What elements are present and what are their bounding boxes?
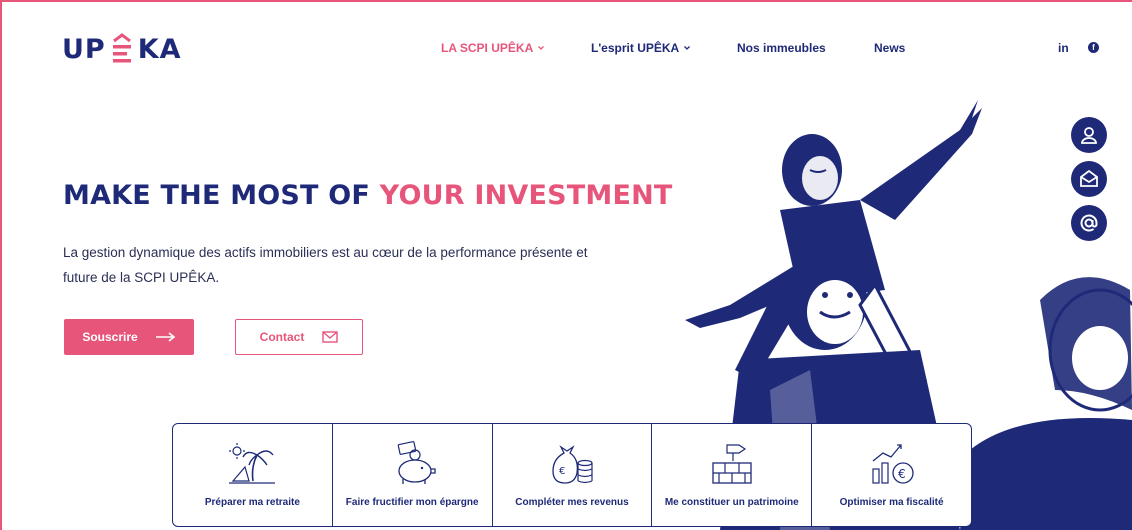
linkedin-icon[interactable]: in [1058,41,1069,55]
mail-open-icon [1080,169,1098,187]
user-icon [1081,127,1097,144]
logo-e-mark-icon [112,33,131,63]
card-revenus[interactable]: € Compléter mes revenus [493,424,653,526]
arrow-right-icon [155,332,175,342]
card-label: Préparer ma retraite [204,497,300,508]
nav-label: LA SCPI UPÊKA [441,41,534,55]
money-bag-icon: € [552,445,593,484]
subscribe-button[interactable]: Souscrire [64,319,194,355]
logo[interactable]: UP KA [62,32,182,66]
hero-lead: La gestion dynamique des actifs immobili… [63,245,588,285]
card-patrimoine[interactable]: Me constituer un patrimoine [652,424,813,526]
bricks-icon [712,444,752,484]
nav-label: News [874,41,906,55]
svg-text:€: € [898,467,906,481]
card-label: Me constituer un patrimoine [664,497,799,508]
beach-palm-icon [229,443,276,484]
goals-card-bar: Préparer ma retraite Faire fructifier mo… [172,423,972,527]
card-label: Optimiser ma fiscalité [839,497,944,508]
nav-item-news[interactable]: News [874,41,905,55]
card-label: Compléter mes revenus [515,497,629,508]
card-epargne[interactable]: Faire fructifier mon épargne [333,424,493,526]
logo-text-left: UP [62,33,106,65]
subscribe-label: Souscrire [82,330,138,344]
nav-item-la-scpi[interactable]: LA SCPI UPÊKA [441,41,545,55]
svg-text:€: € [559,466,565,477]
card-retraite[interactable]: Préparer ma retraite [173,424,333,526]
newsletter-button[interactable] [1071,161,1107,197]
hero-headline: MAKE THE MOST OF YOUR INVESTMENT [63,180,673,211]
card-label: Faire fructifier mon épargne [345,497,479,508]
nav-label: Nos immeubles [737,41,826,55]
chevron-down-icon [538,46,545,50]
envelope-icon [322,331,339,343]
contact-label: Contact [259,330,305,344]
card-fiscalite[interactable]: € Optimiser ma fiscalité [812,424,971,526]
nav-label: L'esprit UPÊKA [591,41,680,55]
nav-item-immeubles[interactable]: Nos immeubles [737,41,826,55]
nav-item-esprit[interactable]: L'esprit UPÊKA [591,41,691,55]
growth-chart-euro-icon: € [871,444,914,484]
headline-highlight: YOUR INVESTMENT [379,180,673,211]
facebook-icon[interactable]: f [1088,42,1099,53]
headline-main: MAKE THE MOST OF [63,180,380,211]
at-sign-icon [1080,214,1098,232]
contact-button[interactable]: Contact [235,319,363,355]
piggy-bank-icon [397,441,436,484]
account-button[interactable] [1071,117,1107,153]
logo-text-right: KA [137,33,182,65]
chevron-down-icon [684,46,691,50]
email-button[interactable] [1071,205,1107,241]
